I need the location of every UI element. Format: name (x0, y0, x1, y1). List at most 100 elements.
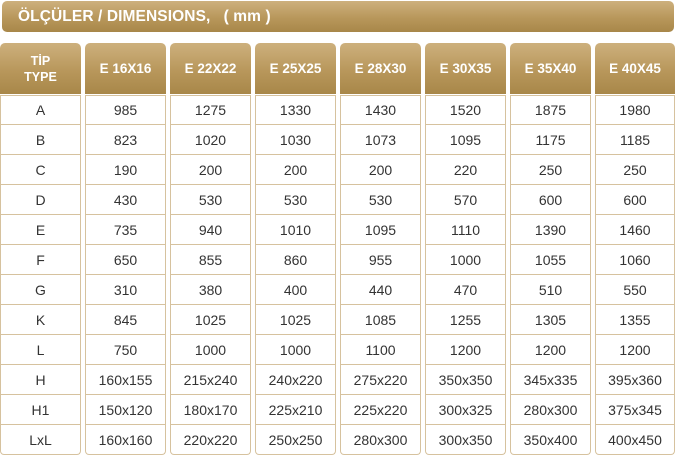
table-cell: 280x300 (340, 425, 421, 455)
table-cell: 1025 (170, 305, 251, 335)
row-label: LxL (0, 425, 81, 455)
table-cell: 430 (85, 185, 166, 215)
table-cell: 860 (255, 245, 336, 275)
table-cell: 1255 (425, 305, 506, 335)
table-cell: 1520 (425, 95, 506, 125)
table-cell: 1200 (595, 335, 675, 365)
table-cell: 1095 (425, 125, 506, 155)
table-cell: 225x210 (255, 395, 336, 425)
table-cell: 350x400 (510, 425, 591, 455)
table-cell: 1875 (510, 95, 591, 125)
table-cell: 250x250 (255, 425, 336, 455)
table-cell: 250 (510, 155, 591, 185)
table-cell: 470 (425, 275, 506, 305)
table-cell: 1000 (255, 335, 336, 365)
table-cell: 1980 (595, 95, 675, 125)
row-label: D (0, 185, 81, 215)
table-cell: 1060 (595, 245, 675, 275)
table-cell: 400x450 (595, 425, 675, 455)
row-label: K (0, 305, 81, 335)
table-cell: 275x220 (340, 365, 421, 395)
table-cell: 1460 (595, 215, 675, 245)
row-label: A (0, 95, 81, 125)
table-cell: 200 (340, 155, 421, 185)
title-bar: ÖLÇÜLER / DIMENSIONS, ( mm ) (2, 1, 674, 32)
table-cell: 955 (340, 245, 421, 275)
table-cell: 1185 (595, 125, 675, 155)
table-cell: 1110 (425, 215, 506, 245)
table-cell: 200 (255, 155, 336, 185)
table-cell: 530 (255, 185, 336, 215)
table-cell: 1025 (255, 305, 336, 335)
table-cell: 1355 (595, 305, 675, 335)
table-cell: 600 (510, 185, 591, 215)
table-cell: 1175 (510, 125, 591, 155)
table-cell: 1073 (340, 125, 421, 155)
table-cell: 180x170 (170, 395, 251, 425)
row-label: G (0, 275, 81, 305)
header-type: TİP TYPE (0, 43, 81, 94)
table-cell: 1100 (340, 335, 421, 365)
row-label: C (0, 155, 81, 185)
table-cell: 530 (340, 185, 421, 215)
table-cell: 395x360 (595, 365, 675, 395)
table-cell: 1275 (170, 95, 251, 125)
table-cell: 150x120 (85, 395, 166, 425)
table-cell: 1055 (510, 245, 591, 275)
header-model: E 25X25 (255, 43, 336, 94)
header-model: E 35X40 (510, 43, 591, 94)
table-cell: 1390 (510, 215, 591, 245)
table-cell: 1095 (340, 215, 421, 245)
dimensions-table: TİP TYPE E 16X16 E 22X22 E 25X25 E 28X30… (0, 43, 676, 455)
header-model: E 22X22 (170, 43, 251, 94)
table-cell: 1000 (425, 245, 506, 275)
table-cell: 220x220 (170, 425, 251, 455)
table-cell: 985 (85, 95, 166, 125)
row-label: E (0, 215, 81, 245)
table-cell: 1430 (340, 95, 421, 125)
row-label: B (0, 125, 81, 155)
row-label: L (0, 335, 81, 365)
table-cell: 300x325 (425, 395, 506, 425)
header-model: E 16X16 (85, 43, 166, 94)
table-cell: 1305 (510, 305, 591, 335)
table-cell: 1010 (255, 215, 336, 245)
table-cell: 440 (340, 275, 421, 305)
table-cell: 1200 (425, 335, 506, 365)
table-title: ÖLÇÜLER / DIMENSIONS, ( mm ) (18, 7, 271, 25)
table-cell: 1030 (255, 125, 336, 155)
table-cell: 250 (595, 155, 675, 185)
table-cell: 550 (595, 275, 675, 305)
table-cell: 215x240 (170, 365, 251, 395)
table-cell: 1085 (340, 305, 421, 335)
table-cell: 280x300 (510, 395, 591, 425)
table-cell: 940 (170, 215, 251, 245)
table-cell: 300x350 (425, 425, 506, 455)
table-cell: 1330 (255, 95, 336, 125)
table-cell: 510 (510, 275, 591, 305)
table-cell: 375x345 (595, 395, 675, 425)
table-cell: 190 (85, 155, 166, 185)
table-cell: 380 (170, 275, 251, 305)
table-cell: 220 (425, 155, 506, 185)
header-model: E 30X35 (425, 43, 506, 94)
table-cell: 160x160 (85, 425, 166, 455)
table-cell: 735 (85, 215, 166, 245)
table-cell: 310 (85, 275, 166, 305)
header-model: E 40X45 (595, 43, 675, 94)
table-cell: 160x155 (85, 365, 166, 395)
table-cell: 200 (170, 155, 251, 185)
table-cell: 1200 (510, 335, 591, 365)
table-cell: 855 (170, 245, 251, 275)
row-label: H1 (0, 395, 81, 425)
table-cell: 650 (85, 245, 166, 275)
table-cell: 530 (170, 185, 251, 215)
table-cell: 350x350 (425, 365, 506, 395)
header-type-line2: TYPE (24, 69, 57, 84)
table-cell: 240x220 (255, 365, 336, 395)
table-cell: 1020 (170, 125, 251, 155)
table-cell: 823 (85, 125, 166, 155)
table-cell: 600 (595, 185, 675, 215)
row-label: H (0, 365, 81, 395)
table-cell: 845 (85, 305, 166, 335)
